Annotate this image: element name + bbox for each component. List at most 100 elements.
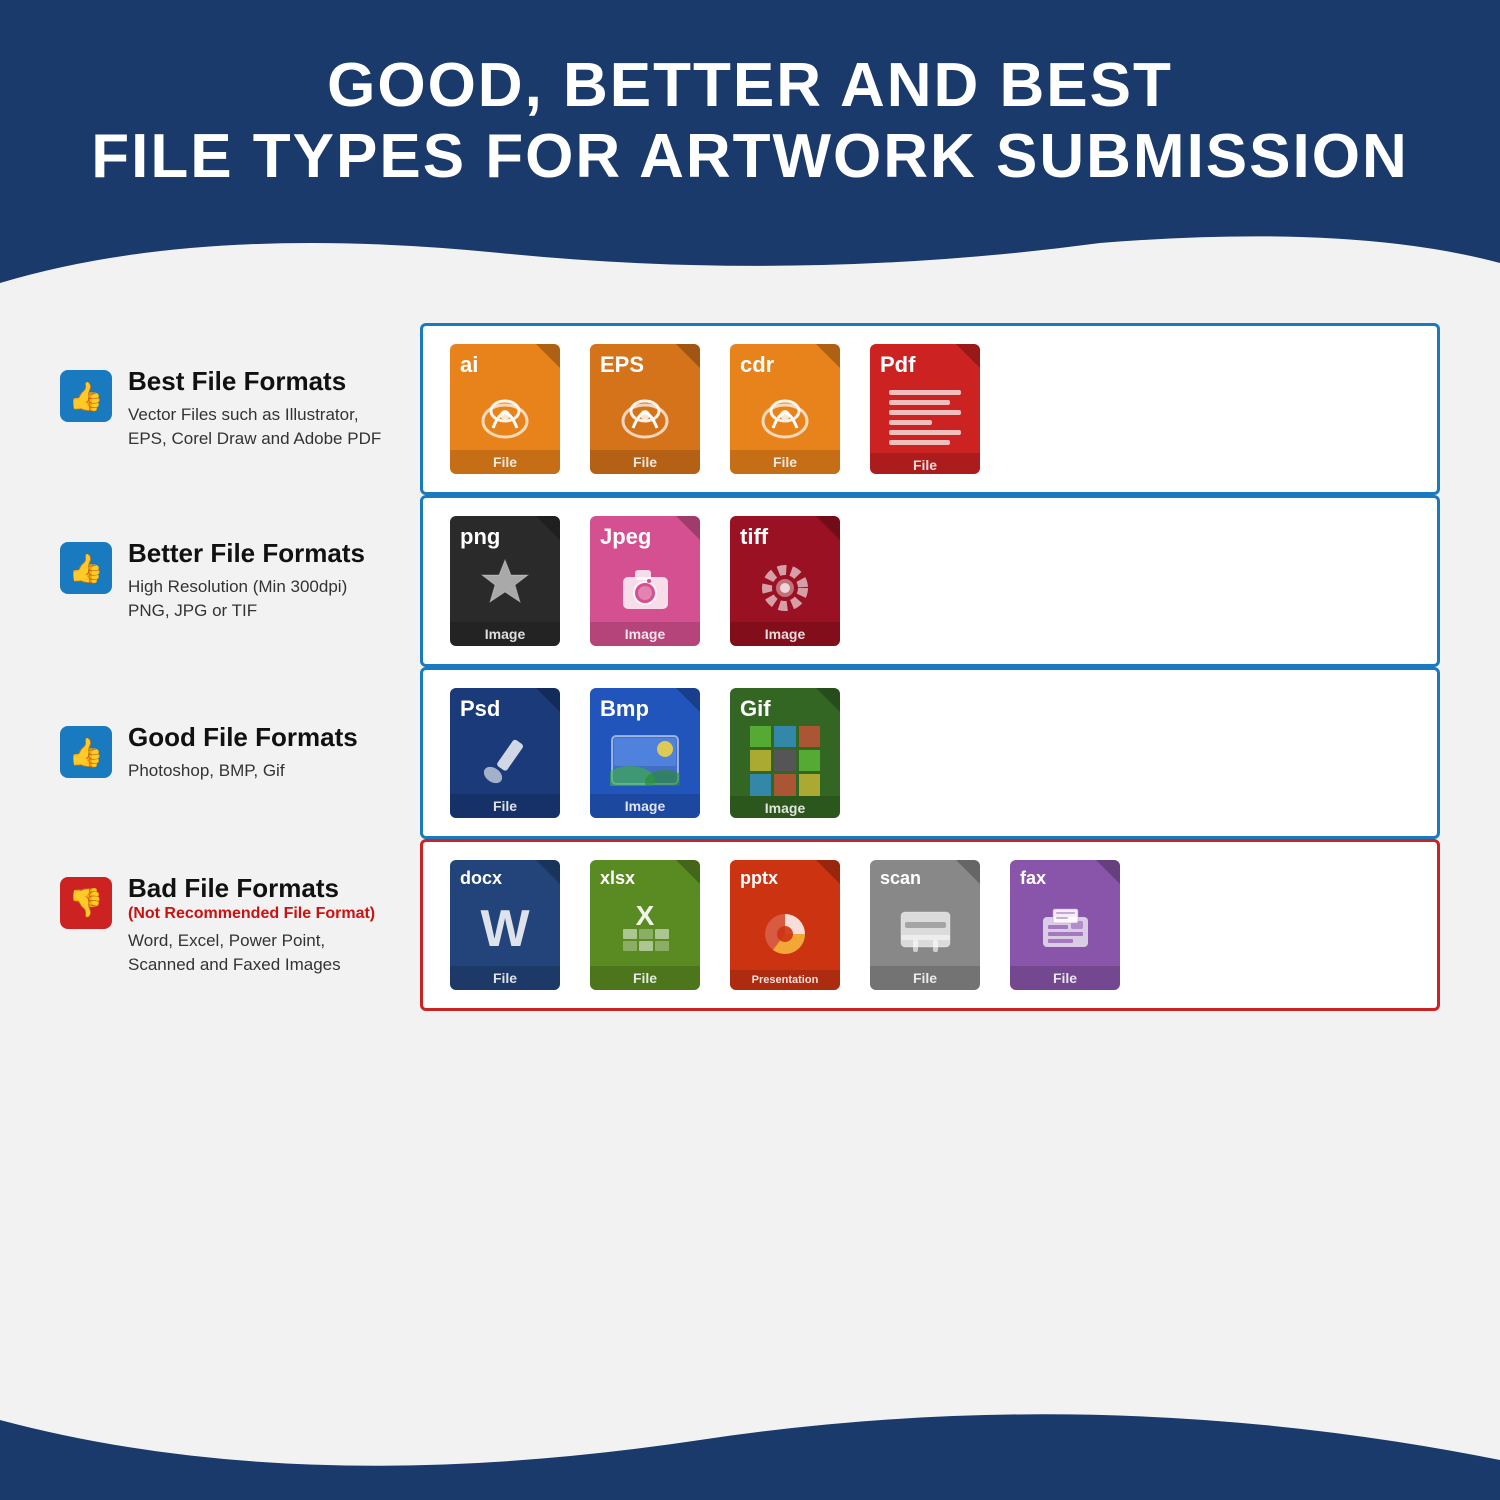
jpeg-ext: Jpeg (590, 516, 700, 554)
pptx-shape: pptx Presentation (730, 860, 840, 990)
fax-icon (1010, 893, 1120, 966)
best-row: 👍 Best File Formats Vector Files such as… (60, 323, 1440, 495)
scan-ext: scan (870, 860, 980, 893)
eps-shape: EPS File (590, 344, 700, 474)
better-left: 👍 Better File Formats High Resolution (M… (60, 538, 420, 623)
tiff-label: Image (730, 622, 840, 646)
better-labels: Better File Formats High Resolution (Min… (128, 538, 365, 623)
tiff-shape: tiff Image (730, 516, 840, 646)
file-pptx: pptx Presentation (725, 860, 845, 990)
thumbs-up-icon-3: 👍 (60, 726, 112, 778)
best-labels: Best File Formats Vector Files such as I… (128, 366, 381, 451)
pptx-label: Presentation (730, 970, 840, 990)
file-fax: fax (1005, 860, 1125, 990)
file-eps: EPS File (585, 344, 705, 474)
pdf-doclines (881, 382, 969, 453)
thumbs-down-icon: 👎 (60, 877, 112, 929)
ai-icon (450, 382, 560, 450)
png-ext: png (450, 516, 560, 554)
scan-icon (870, 893, 980, 966)
good-thumb-icon: 👍 (60, 726, 112, 778)
good-row: 👍 Good File Formats Photoshop, BMP, Gif … (60, 667, 1440, 839)
pdf-ext: Pdf (870, 344, 980, 382)
tiff-icon (730, 554, 840, 622)
thumbs-up-icon: 👍 (60, 370, 112, 422)
file-pdf: Pdf File (865, 344, 985, 474)
best-category: Best File Formats (128, 366, 381, 397)
cdr-shape: cdr File (730, 344, 840, 474)
psd-label: File (450, 794, 560, 818)
bad-labels: Bad File Formats (Not Recommended File F… (128, 873, 375, 977)
bad-category: Bad File Formats (128, 873, 375, 904)
doc-line-6 (889, 440, 950, 445)
better-category: Better File Formats (128, 538, 365, 569)
cdr-label: File (730, 450, 840, 474)
eps-label: File (590, 450, 700, 474)
scan-shape: scan File (870, 860, 980, 990)
fax-shape: fax (1010, 860, 1120, 990)
best-thumb-icon: 👍 (60, 370, 112, 422)
better-row: 👍 Better File Formats High Resolution (M… (60, 495, 1440, 667)
file-cdr: cdr File (725, 344, 845, 474)
good-desc: Photoshop, BMP, Gif (128, 759, 358, 783)
main-container: GOOD, BETTER AND BEST FILE TYPES FOR ART… (0, 0, 1500, 1500)
eps-icon (590, 382, 700, 450)
png-label: Image (450, 622, 560, 646)
file-docx: docx W File (445, 860, 565, 990)
docx-label: File (450, 966, 560, 990)
doc-line-4 (889, 420, 932, 425)
gif-icon (730, 726, 840, 796)
fax-label: File (1010, 966, 1120, 990)
scan-label: File (870, 966, 980, 990)
gif-label: Image (730, 796, 840, 818)
gif-grid (750, 726, 820, 796)
pptx-ext: pptx (730, 860, 840, 893)
docx-shape: docx W File (450, 860, 560, 990)
gif-ext: Gif (730, 688, 840, 726)
better-thumb-icon: 👍 (60, 542, 112, 594)
pdf-icon (870, 382, 980, 453)
pdf-shape: Pdf File (870, 344, 980, 474)
cdr-ext: cdr (730, 344, 840, 382)
doc-line-5 (889, 430, 961, 435)
file-ai: ai File (445, 344, 565, 474)
fax-ext: fax (1010, 860, 1120, 893)
good-labels: Good File Formats Photoshop, BMP, Gif (128, 722, 358, 783)
png-icon (450, 554, 560, 622)
psd-ext: Psd (450, 688, 560, 726)
jpeg-shape: Jpeg Image (590, 516, 700, 646)
pptx-icon (730, 893, 840, 970)
content-wrapper: 👍 Best File Formats Vector Files such as… (0, 303, 1500, 1041)
bad-row: 👎 Bad File Formats (Not Recommended File… (60, 839, 1440, 1011)
xlsx-shape: xlsx X (590, 860, 700, 990)
good-category: Good File Formats (128, 722, 358, 753)
good-left: 👍 Good File Formats Photoshop, BMP, Gif (60, 722, 420, 783)
bmp-ext: Bmp (590, 688, 700, 726)
file-xlsx: xlsx X (585, 860, 705, 990)
docx-ext: docx (450, 860, 560, 893)
svg-text:X: X (635, 900, 654, 931)
ai-ext: ai (450, 344, 560, 382)
bmp-label: Image (590, 794, 700, 818)
jpeg-label: Image (590, 622, 700, 646)
psd-icon (450, 726, 560, 794)
bad-files-area: docx W File xlsx X (420, 839, 1440, 1011)
header-title: GOOD, BETTER AND BEST FILE TYPES FOR ART… (60, 50, 1440, 193)
bad-subtitle: (Not Recommended File Format) (128, 904, 375, 923)
file-bmp: Bmp (585, 688, 705, 818)
doc-line-1 (889, 390, 961, 395)
cdr-icon (730, 382, 840, 450)
word-w-letter: W (480, 899, 529, 959)
doc-line-3 (889, 410, 961, 415)
file-scan: scan File (865, 860, 985, 990)
best-files-area: ai File (420, 323, 1440, 495)
header: GOOD, BETTER AND BEST FILE TYPES FOR ART… (0, 0, 1500, 223)
xlsx-ext: xlsx (590, 860, 700, 893)
xlsx-label: File (590, 966, 700, 990)
file-gif: Gif (725, 688, 845, 818)
best-desc: Vector Files such as Illustrator,EPS, Co… (128, 403, 381, 451)
better-files-area: png Image Jpeg (420, 495, 1440, 667)
bad-thumb-icon: 👎 (60, 877, 112, 929)
file-psd: Psd File (445, 688, 565, 818)
thumbs-up-icon-2: 👍 (60, 542, 112, 594)
